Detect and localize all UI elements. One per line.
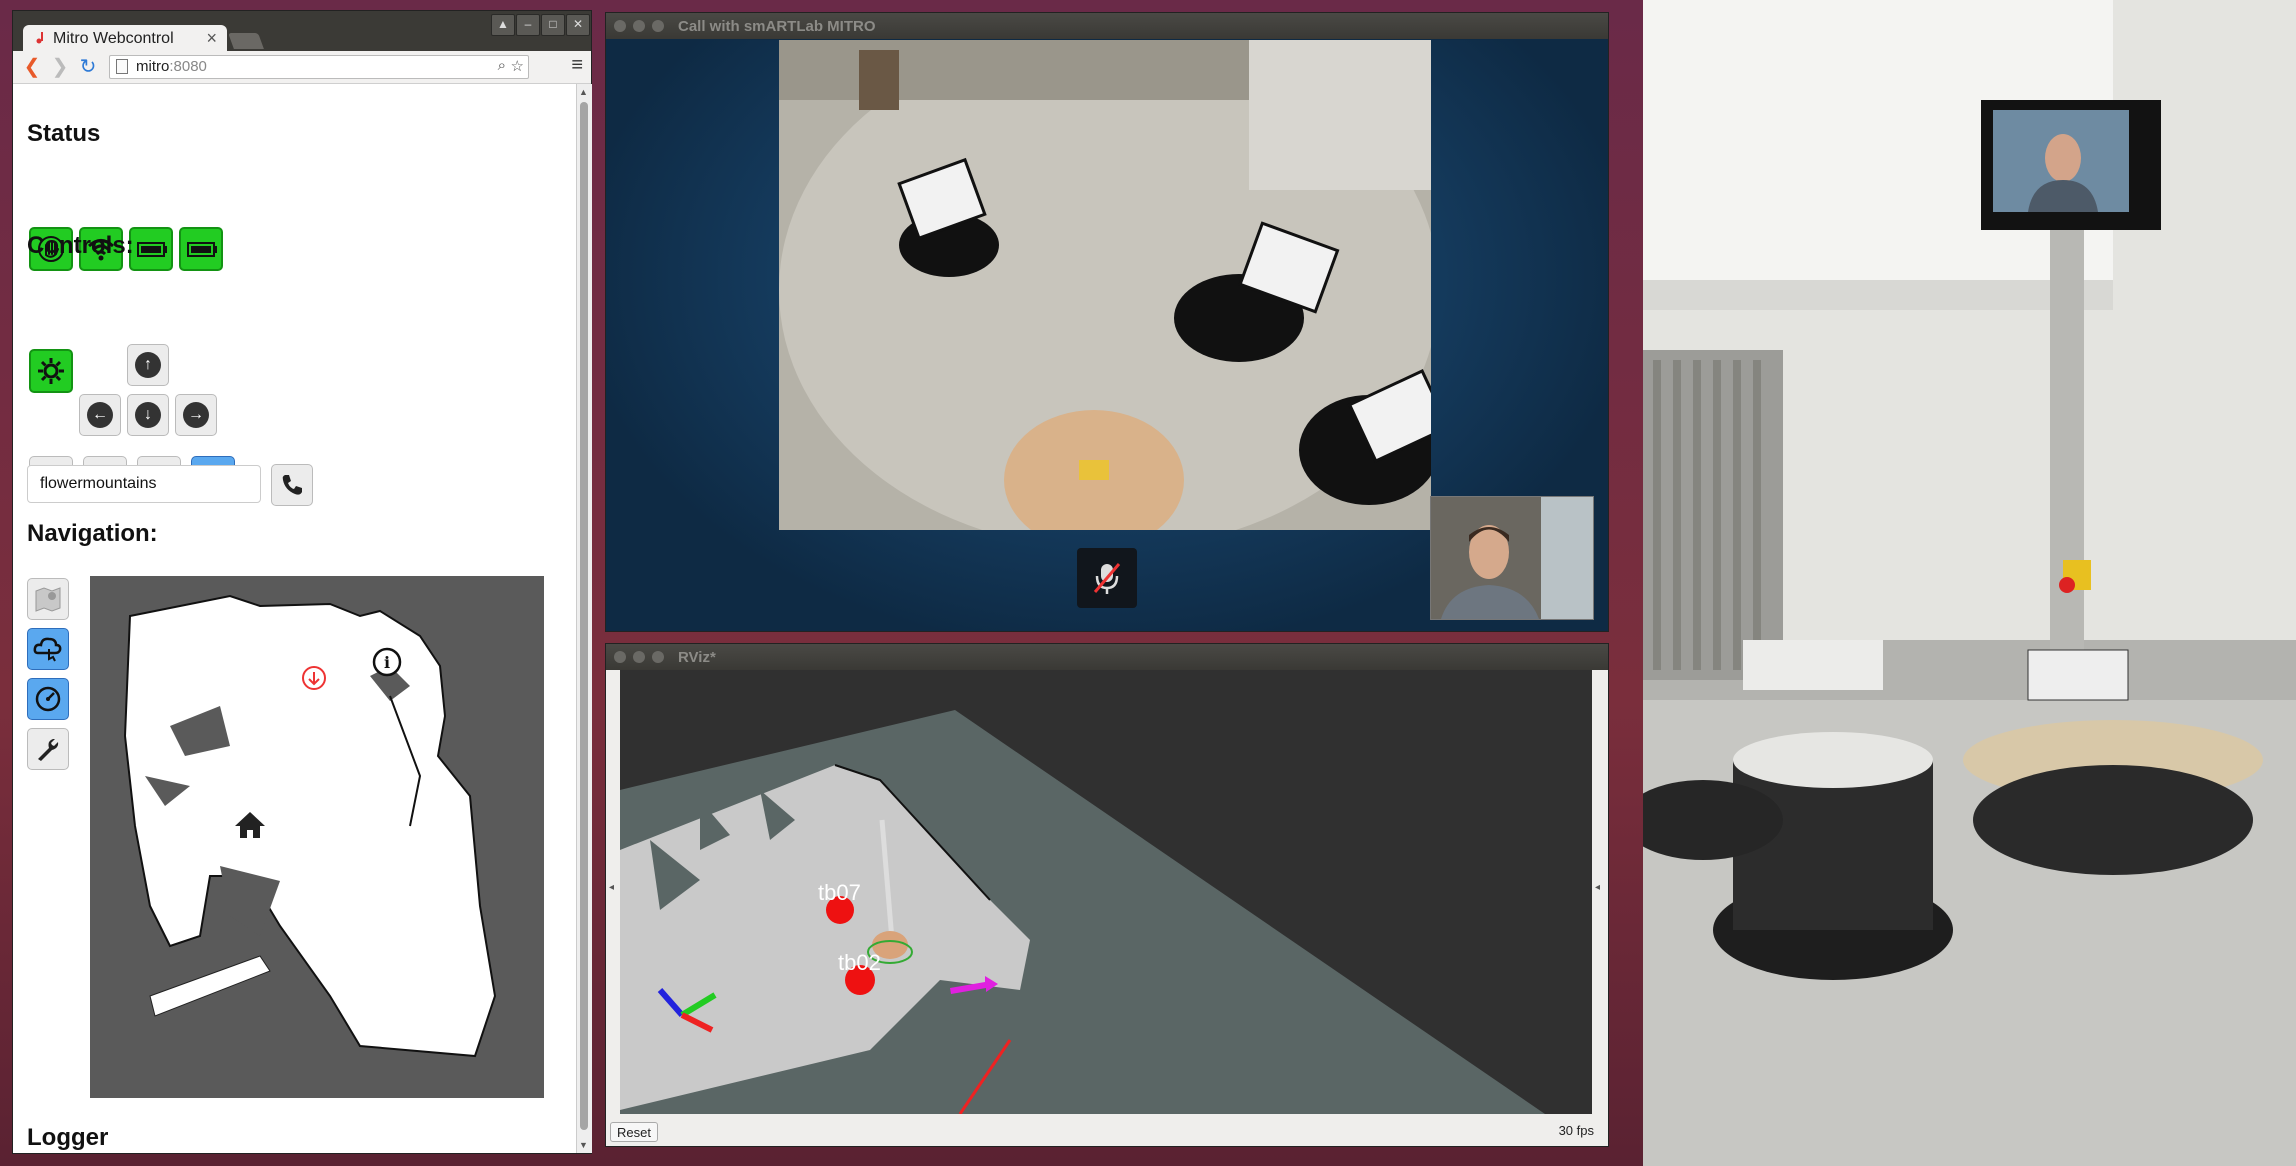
call-stage [606, 40, 1608, 631]
browser-window: Mitro Webcontrol × ▲ – □ ✕ ❮ ❯ ↻ mitro:8… [12, 10, 592, 1154]
rviz-window: RViz* ◂ tb07 tb02 ◂ Reset 30 fps [605, 643, 1609, 1147]
favicon-icon [36, 32, 43, 44]
page-icon [116, 59, 128, 74]
maximize-window-icon[interactable] [652, 651, 664, 663]
gauge-icon [35, 686, 61, 712]
rviz-window-title: RViz* [678, 649, 716, 666]
close-window-icon[interactable] [614, 651, 626, 663]
teleop-tool-button[interactable] [27, 628, 69, 670]
move-forward-button[interactable]: ↑ [127, 344, 169, 386]
move-left-button[interactable]: ← [79, 394, 121, 436]
back-icon[interactable]: ❮ [21, 54, 43, 79]
battery-icon[interactable] [179, 227, 223, 271]
rviz-left-panel-handle[interactable]: ◂ [606, 670, 620, 1114]
self-view-video [1430, 496, 1594, 620]
battery-icon[interactable] [129, 227, 173, 271]
occupancy-map[interactable]: i [90, 576, 544, 1098]
logger-heading: Logger [27, 1124, 109, 1151]
window-user-button[interactable]: ▲ [491, 14, 515, 36]
phone-icon [282, 475, 302, 495]
url-host: mitro [136, 58, 170, 75]
menu-icon[interactable]: ≡ [571, 54, 583, 77]
scroll-down-icon[interactable]: ▼ [579, 1140, 588, 1150]
microphone-muted-icon [1093, 563, 1121, 594]
map-tool-button[interactable] [27, 578, 69, 620]
page-scrollbar[interactable]: ▲ ▼ [576, 84, 592, 1153]
status-heading: Status [27, 120, 101, 147]
remote-video-feed [779, 40, 1431, 530]
bookmark-star-icon[interactable]: ☆ [511, 57, 524, 75]
arrow-right-icon: → [183, 402, 209, 428]
browser-toolbar: ❮ ❯ ↻ mitro:8080 ⌕ ☆ ≡ [13, 51, 591, 84]
rviz-right-panel-handle[interactable]: ◂ [1592, 670, 1608, 1114]
search-icon[interactable]: ⌕ [498, 57, 506, 74]
wrench-icon [38, 739, 59, 761]
tab-close-button[interactable]: × [206, 28, 217, 49]
url-port: :8080 [169, 58, 207, 75]
robot-label-tb02: tb02 [838, 950, 881, 975]
webcontrol-page: Status Controls: ↑ ← ↓ → 1 2 3 4 Navigat… [13, 84, 576, 1153]
reset-button[interactable]: Reset [610, 1122, 658, 1142]
minimize-window-icon[interactable] [633, 651, 645, 663]
settings-tool-button[interactable] [27, 728, 69, 770]
arrow-up-icon: ↑ [135, 352, 161, 378]
mute-microphone-button[interactable] [1077, 548, 1137, 608]
navigation-heading: Navigation: [27, 520, 158, 547]
move-back-button[interactable]: ↓ [127, 394, 169, 436]
call-button[interactable] [271, 464, 313, 506]
collapse-left-icon[interactable]: ◂ [609, 882, 614, 893]
browser-tab[interactable]: Mitro Webcontrol × [23, 25, 227, 51]
scroll-up-icon[interactable]: ▲ [579, 87, 588, 97]
window-close-button[interactable]: ✕ [566, 14, 590, 36]
reload-icon[interactable]: ↻ [77, 54, 99, 79]
collapse-right-icon[interactable]: ◂ [1595, 882, 1600, 893]
call-contact-input[interactable] [27, 465, 261, 503]
map-icon [35, 587, 61, 612]
window-minimize-button[interactable]: – [516, 14, 540, 36]
room-camera-photo [1643, 0, 2296, 1166]
svg-text:i: i [384, 653, 390, 672]
tab-strip: Mitro Webcontrol × ▲ – □ ✕ [13, 11, 591, 51]
video-call-window: Call with smARTLab MITRO [605, 12, 1609, 632]
forward-icon[interactable]: ❯ [49, 54, 71, 79]
robot-label-tb07: tb07 [818, 880, 861, 905]
arrow-left-icon: ← [87, 402, 113, 428]
window-maximize-button[interactable]: □ [541, 14, 565, 36]
gauge-tool-button[interactable] [27, 678, 69, 720]
call-window-title: Call with smARTLab MITRO [678, 18, 876, 35]
fps-readout: 30 fps [1558, 1123, 1594, 1138]
rviz-statusbar: Reset 30 fps [606, 1114, 1608, 1146]
gear-icon[interactable] [29, 349, 73, 393]
new-tab-button[interactable] [228, 33, 264, 49]
controls-heading: Controls: [27, 232, 134, 259]
rviz-3d-view[interactable]: tb07 tb02 [620, 670, 1592, 1114]
move-right-button[interactable]: → [175, 394, 217, 436]
tab-title: Mitro Webcontrol [53, 30, 174, 47]
maximize-window-icon[interactable] [652, 20, 664, 32]
scrollbar-thumb[interactable] [580, 102, 588, 1130]
cloud-hand-icon [33, 637, 62, 662]
minimize-window-icon[interactable] [633, 20, 645, 32]
close-window-icon[interactable] [614, 20, 626, 32]
call-titlebar: Call with smARTLab MITRO [606, 13, 1608, 39]
address-bar[interactable]: mitro:8080 ⌕ ☆ [109, 55, 529, 79]
rviz-titlebar: RViz* [606, 644, 1608, 670]
arrow-down-icon: ↓ [135, 402, 161, 428]
